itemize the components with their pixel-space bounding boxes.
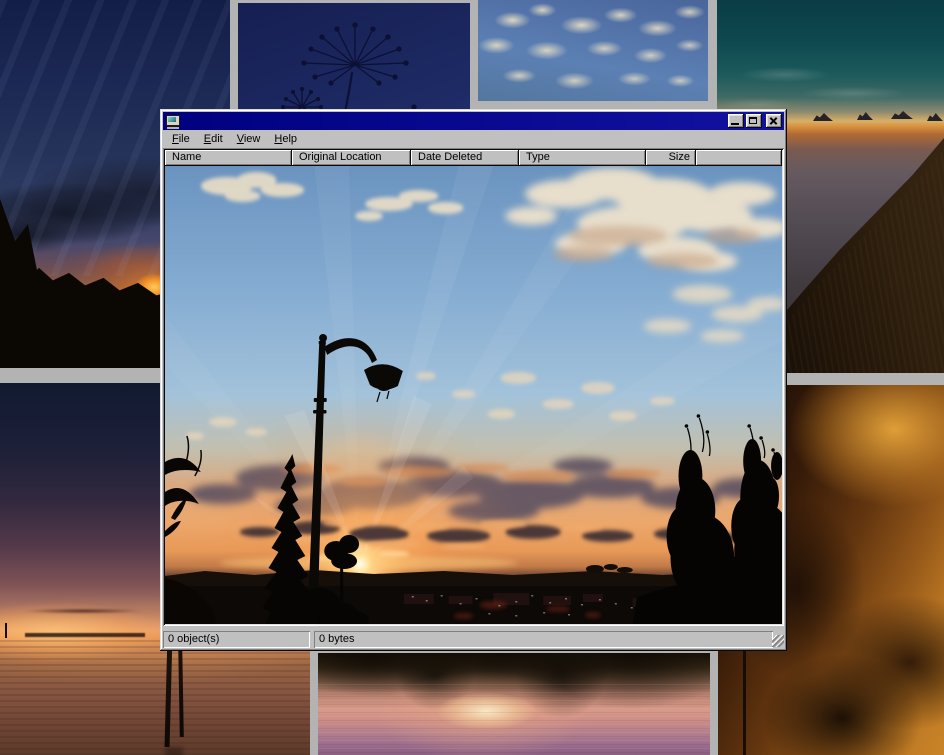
menu-help[interactable]: Help	[267, 131, 304, 148]
recycle-bin-window: File Edit View Help Name Original Locati…	[160, 109, 787, 651]
status-total-size: 0 bytes	[314, 631, 773, 648]
wallpaper-photo-water-reflection	[318, 653, 710, 755]
column-header-name[interactable]: Name	[165, 150, 292, 166]
minimize-icon	[731, 123, 739, 125]
water-ripples	[318, 684, 710, 755]
column-header-type[interactable]: Type	[519, 150, 646, 166]
column-header-row: Name Original Location Date Deleted Type…	[165, 150, 782, 166]
dark-cloud-streak	[8, 608, 158, 614]
desktop: { "window": { "title": "", "icon": "comp…	[0, 0, 944, 755]
distant-shore	[25, 633, 145, 637]
column-header-original-location[interactable]: Original Location	[292, 150, 411, 166]
status-bar: 0 object(s) 0 bytes	[163, 628, 784, 648]
title-bar[interactable]	[163, 112, 784, 130]
island-silhouette	[857, 112, 873, 120]
status-object-count: 0 object(s)	[163, 631, 310, 648]
water-ripples	[0, 640, 310, 755]
menu-view[interactable]: View	[230, 131, 268, 148]
column-header-blank[interactable]	[696, 150, 782, 166]
resize-grip-icon[interactable]	[772, 635, 784, 647]
wallpaper-photo-cloud-sky	[478, 0, 708, 101]
close-icon	[768, 116, 780, 126]
folder-contents-area[interactable]	[165, 166, 782, 624]
maximize-icon	[749, 117, 757, 124]
menu-edit[interactable]: Edit	[197, 131, 230, 148]
computer-icon	[166, 115, 180, 128]
list-view[interactable]: Name Original Location Date Deleted Type…	[163, 148, 784, 626]
island-silhouette	[891, 111, 913, 119]
water-stick	[5, 623, 7, 638]
island-silhouette	[927, 113, 943, 121]
minimize-button[interactable]	[728, 114, 744, 128]
close-button[interactable]	[766, 114, 782, 128]
pole-reflection	[165, 747, 183, 755]
folder-background-photo-sunset-lamp	[165, 166, 782, 624]
island-silhouette	[813, 113, 833, 121]
menu-bar: File Edit View Help	[163, 130, 784, 148]
column-header-date-deleted[interactable]: Date Deleted	[411, 150, 519, 166]
column-header-size[interactable]: Size	[646, 150, 696, 166]
maximize-button[interactable]	[746, 114, 762, 128]
menu-file[interactable]: File	[165, 131, 197, 148]
